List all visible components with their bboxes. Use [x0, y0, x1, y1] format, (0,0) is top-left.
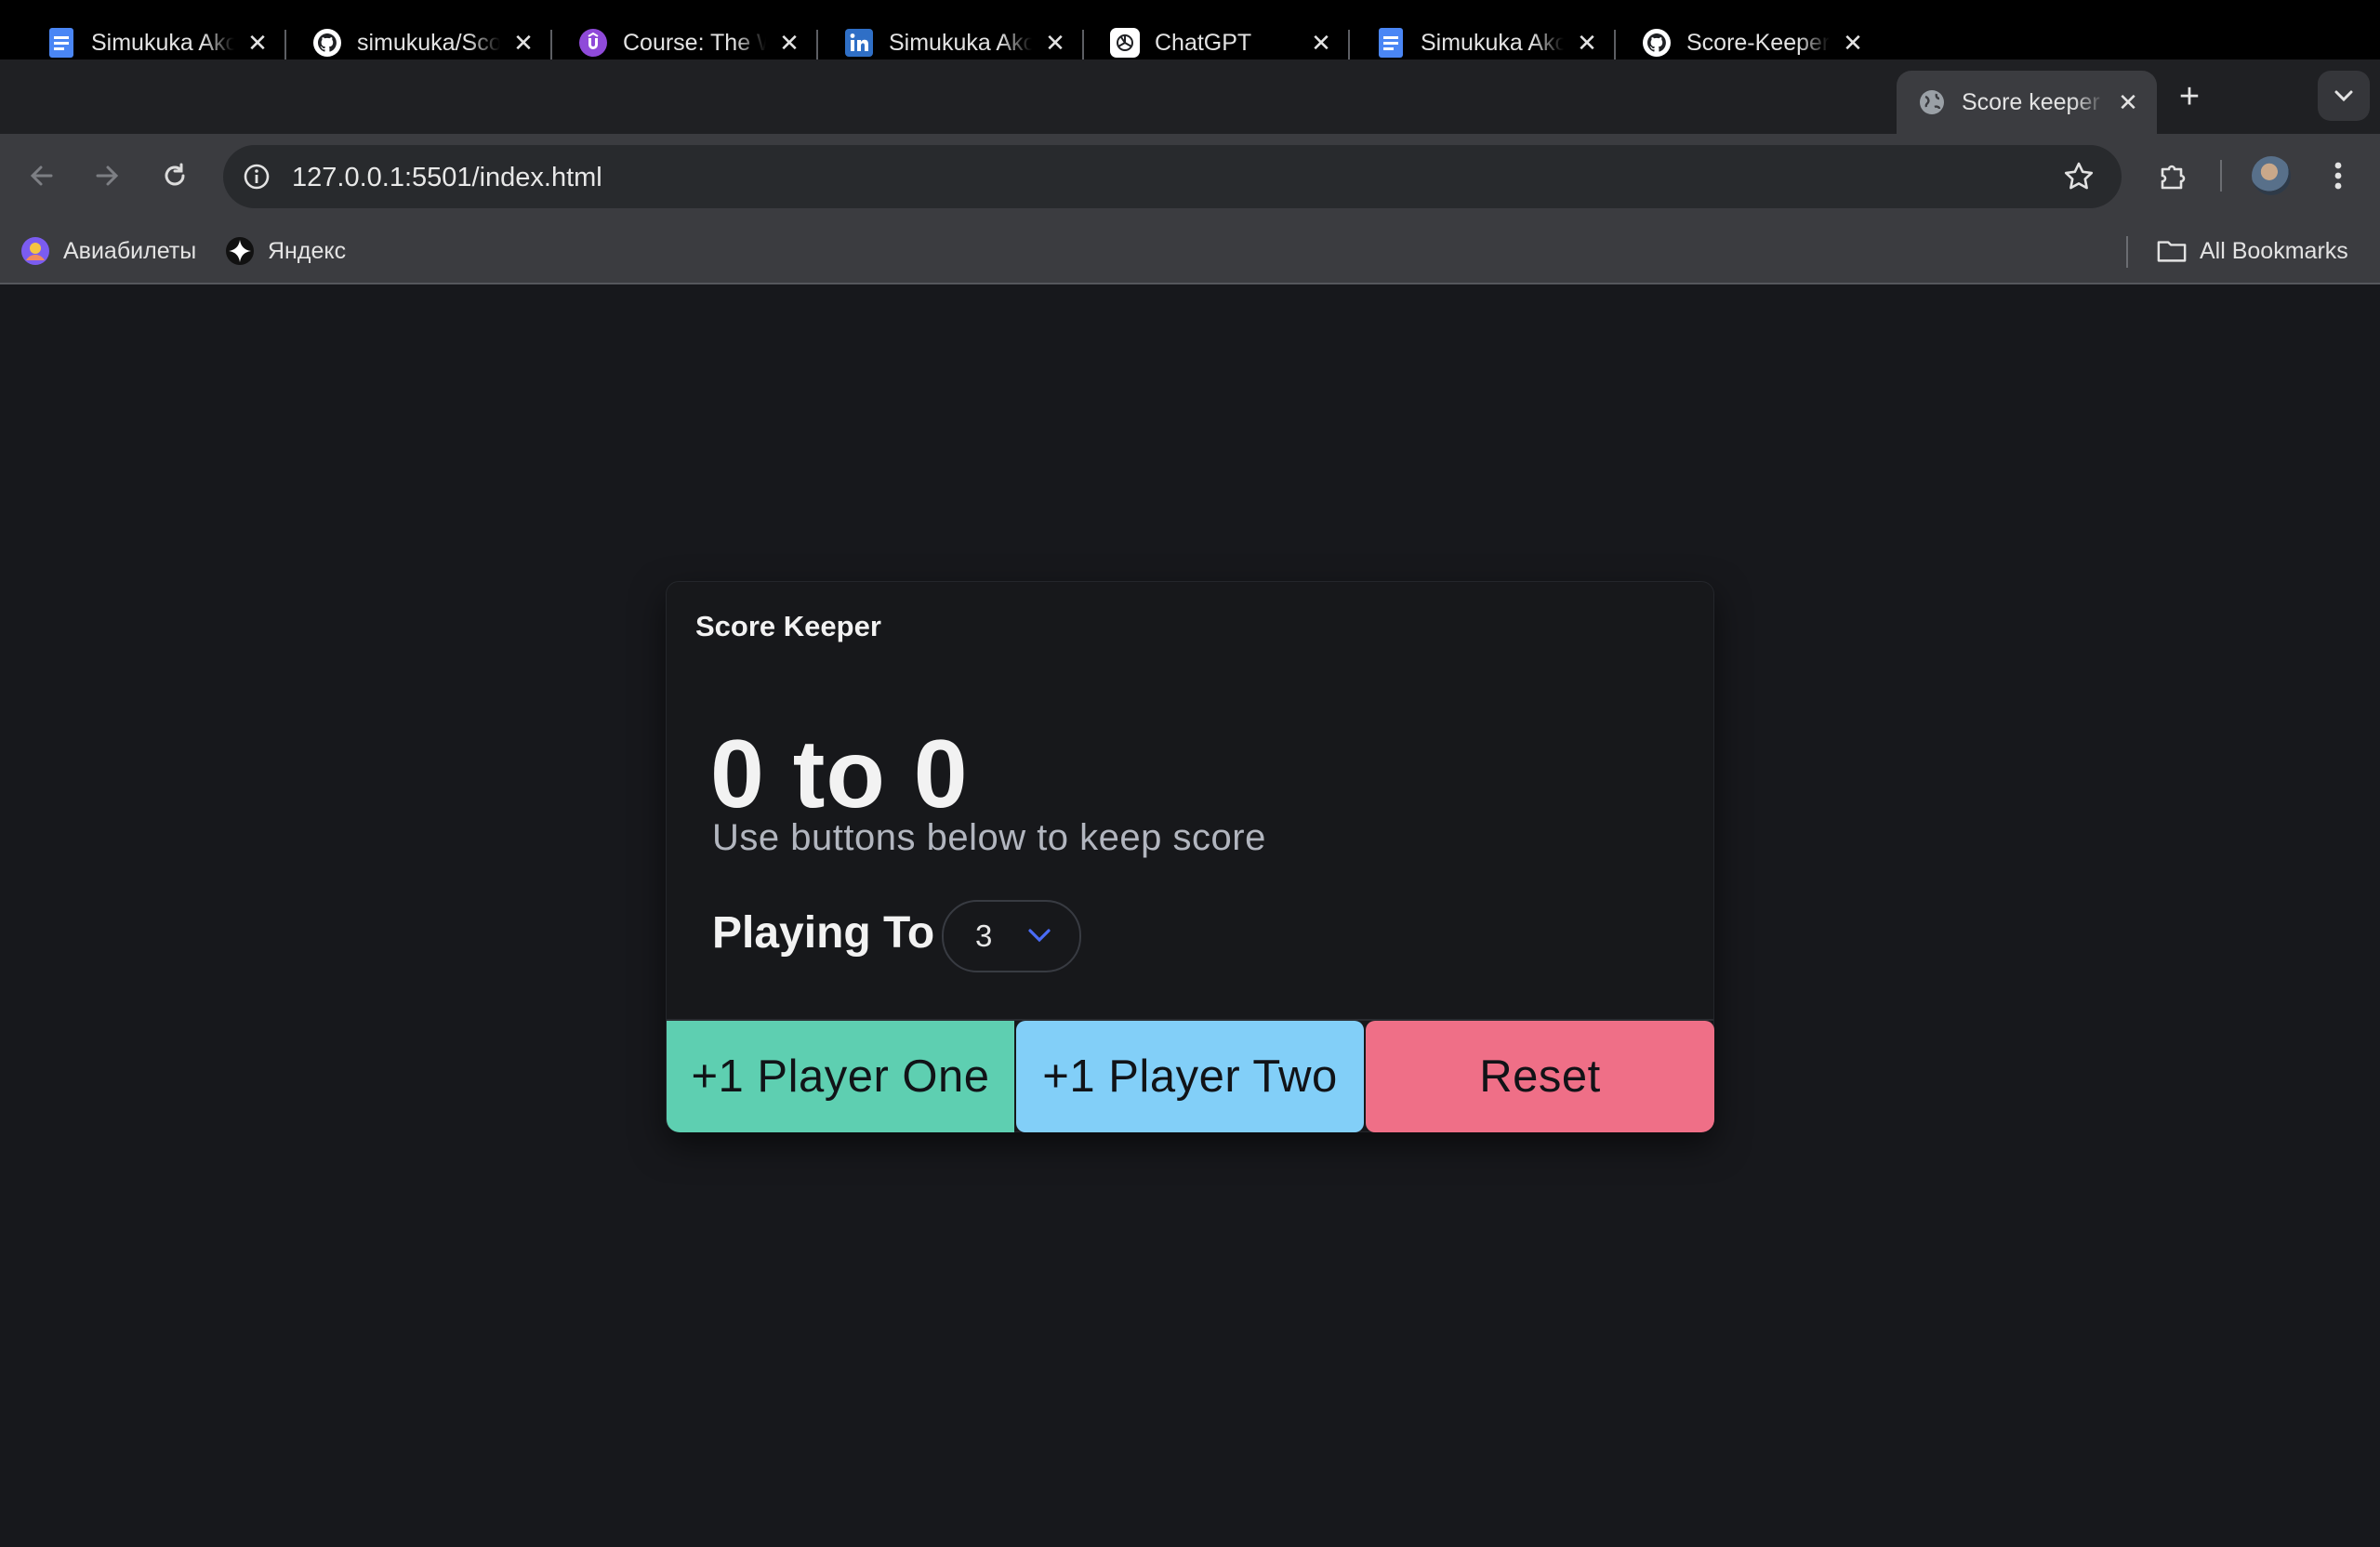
- globe-icon: [1917, 87, 1947, 117]
- tab-title: Simukuka Akombelwa: [889, 29, 1032, 56]
- close-icon[interactable]: ✕: [1041, 29, 1069, 57]
- yandex-star-icon: [225, 236, 255, 266]
- site-info-icon[interactable]: [238, 158, 275, 195]
- playing-to-select[interactable]: 3: [942, 900, 1081, 972]
- close-icon[interactable]: ✕: [509, 29, 537, 57]
- tab-title: Simukuka Akombelwa: [91, 29, 234, 56]
- more-vertical-icon: [2334, 162, 2342, 190]
- arrow-right-icon: [96, 165, 119, 186]
- reset-button[interactable]: Reset: [1366, 1021, 1714, 1132]
- toolbar-divider: [2220, 160, 2222, 192]
- browser-toolbar: 127.0.0.1:5501/index.html: [0, 134, 2380, 218]
- tab-separator: [1348, 30, 1350, 60]
- bookmarks-divider: [2126, 236, 2128, 268]
- tab-separator: [816, 30, 818, 60]
- tab-linkedin[interactable]: Simukuka Akombelwa ✕: [824, 11, 1084, 74]
- close-icon[interactable]: ✕: [2114, 88, 2142, 116]
- back-button[interactable]: [22, 156, 61, 195]
- close-icon[interactable]: ✕: [244, 29, 271, 57]
- tab-title: Score keeper: [1962, 88, 2100, 115]
- bookmark-aviabilety[interactable]: Авиабилеты: [20, 234, 196, 268]
- tab-docs-1[interactable]: Simukuka Akombelwa ✕: [26, 11, 286, 74]
- all-bookmarks-label: All Bookmarks: [2200, 237, 2348, 264]
- instructions-text: Use buttons below to keep score: [712, 817, 1266, 858]
- puzzle-icon: [2161, 165, 2186, 190]
- score-keeper-card: Score Keeper 0 to 0 Use buttons below to…: [666, 581, 1714, 1132]
- udemy-icon: [578, 28, 608, 58]
- extensions-button[interactable]: [2153, 156, 2192, 195]
- profile-avatar[interactable]: [2252, 156, 2291, 195]
- forward-button[interactable]: [87, 156, 126, 195]
- chevron-down-icon: [1028, 929, 1051, 943]
- github-icon: [312, 28, 342, 58]
- card-header: Score Keeper: [695, 610, 881, 642]
- tab-github-2[interactable]: Score-Keeper ✕: [1621, 11, 1882, 74]
- tab-title: simukuka/Score-Keeper: [357, 29, 500, 56]
- google-docs-icon: [1376, 28, 1406, 58]
- player-one-button[interactable]: +1 Player One: [667, 1021, 1014, 1132]
- tab-score-keeper[interactable]: Score keeper ✕: [1897, 71, 2157, 134]
- chatgpt-icon: [1110, 28, 1140, 58]
- tab-github-1[interactable]: simukuka/Score-Keeper ✕: [292, 11, 552, 74]
- all-bookmarks-button[interactable]: All Bookmarks: [2157, 234, 2348, 268]
- tab-title: Course: The Web Developer Bootcamp: [623, 29, 766, 56]
- tab-docs-2[interactable]: Simukuka Akombelwa ✕: [1355, 11, 1616, 74]
- close-icon[interactable]: ✕: [1573, 29, 1601, 57]
- google-docs-icon: [46, 28, 76, 58]
- playing-to-value: 3: [975, 919, 993, 953]
- tab-separator: [1082, 30, 1084, 60]
- tab-udemy[interactable]: Course: The Web Developer Bootcamp ✕: [558, 11, 818, 74]
- reload-button[interactable]: [155, 156, 194, 195]
- url-text[interactable]: 127.0.0.1:5501/index.html: [292, 163, 602, 193]
- bookmark-label: Яндекс: [268, 237, 347, 264]
- menu-button[interactable]: [2319, 156, 2358, 195]
- tab-separator: [550, 30, 552, 60]
- arrow-left-icon: [30, 165, 53, 186]
- github-icon: [1642, 28, 1672, 58]
- bookmark-yandex[interactable]: Яндекс: [225, 234, 346, 268]
- tab-title: Simukuka Akombelwa: [1421, 29, 1564, 56]
- tab-separator: [284, 30, 286, 60]
- globe-avatar-icon: [20, 236, 50, 266]
- close-icon[interactable]: ✕: [775, 29, 803, 57]
- close-icon[interactable]: ✕: [1307, 29, 1335, 57]
- tab-separator: [1614, 30, 1616, 60]
- close-icon[interactable]: ✕: [1839, 29, 1867, 57]
- reload-icon: [165, 163, 185, 186]
- folder-icon: [2157, 236, 2187, 266]
- linkedin-icon: [844, 28, 874, 58]
- tab-chatgpt[interactable]: ChatGPT ✕: [1090, 11, 1350, 74]
- tab-strip: Simukuka Akombelwa ✕ simukuka/Score-Keep…: [0, 28, 2380, 134]
- chevron-down-icon: [2334, 90, 2353, 102]
- bookmarks-bar: Авиабилеты Яндекс All Bookmarks: [0, 218, 2380, 284]
- tab-search-button[interactable]: [2318, 71, 2370, 121]
- address-bar[interactable]: 127.0.0.1:5501/index.html: [223, 145, 2122, 208]
- player-two-button[interactable]: +1 Player Two: [1016, 1021, 1364, 1132]
- new-tab-button[interactable]: +: [2171, 78, 2208, 115]
- bookmark-star-icon[interactable]: [2060, 158, 2097, 195]
- score-display: 0 to 0: [710, 721, 969, 828]
- tab-title: ChatGPT: [1155, 29, 1252, 56]
- bookmark-label: Авиабилеты: [63, 237, 197, 264]
- playing-to-label: Playing To: [712, 908, 935, 958]
- tab-title: Score-Keeper: [1686, 29, 1830, 56]
